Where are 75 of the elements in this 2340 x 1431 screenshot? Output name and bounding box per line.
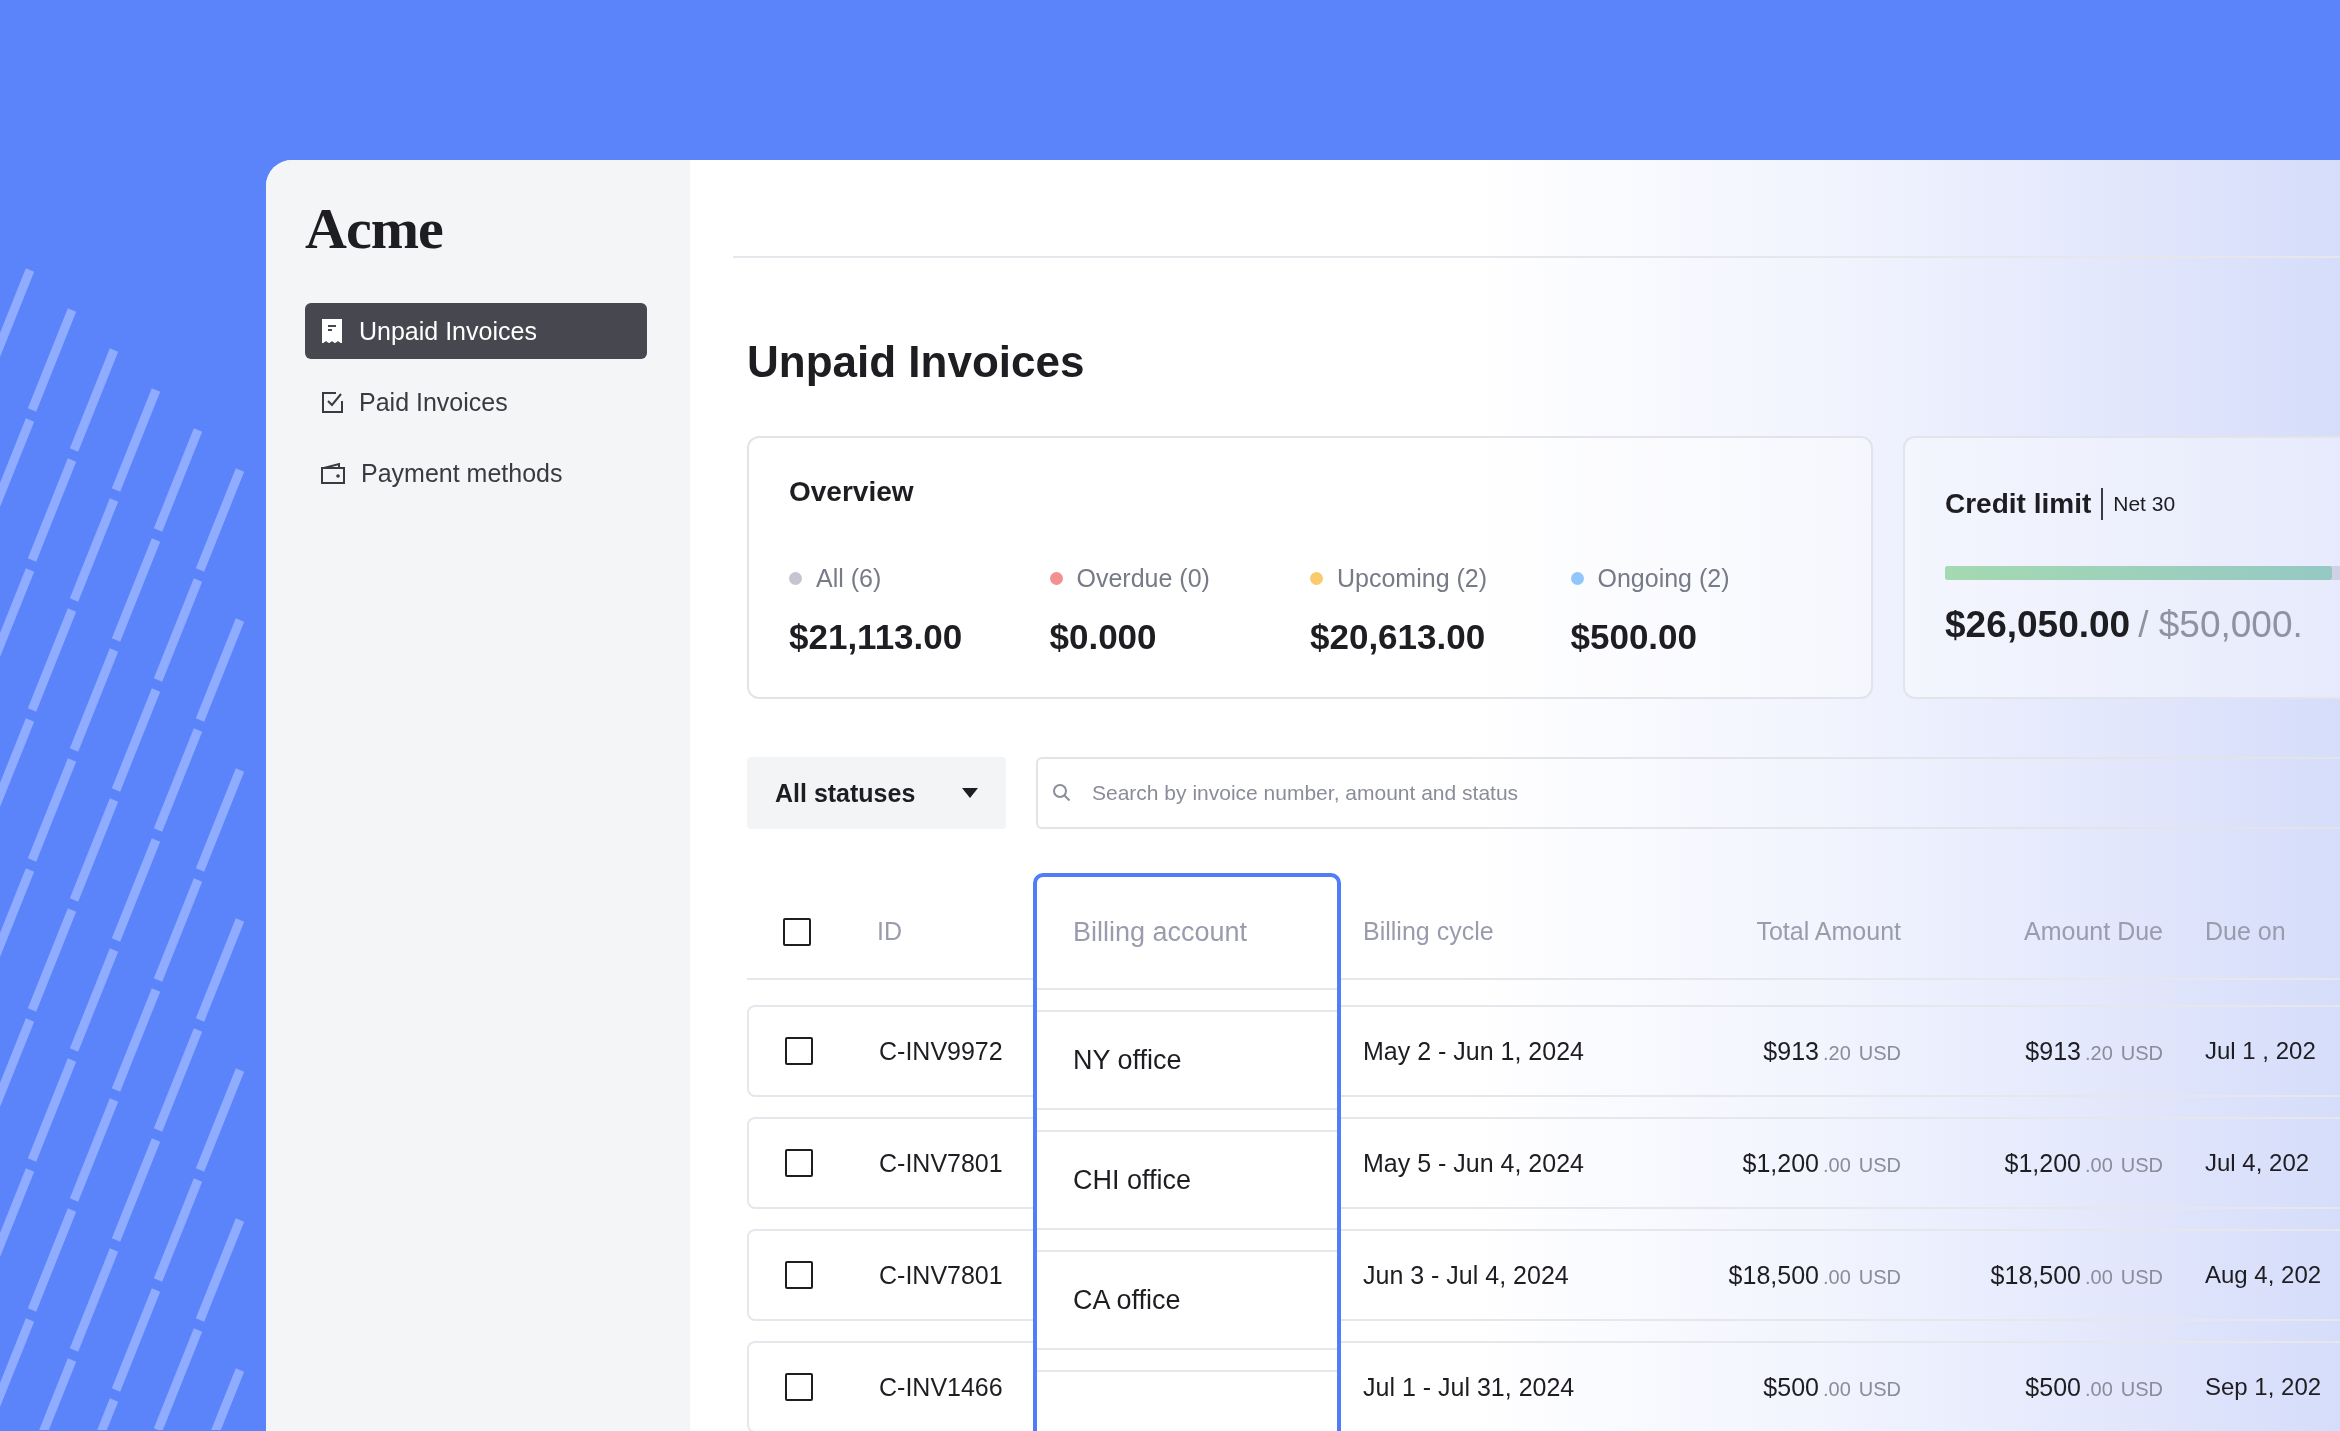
amount: $500: [2025, 1372, 2081, 1402]
sidebar-item[interactable]: Unpaid Invoices: [305, 303, 647, 359]
search-field[interactable]: Search by invoice number, amount and status: [1036, 757, 2340, 829]
due-date: Sep 1, 202: [2204, 1373, 2322, 1401]
amount: $1,200: [1742, 1148, 1819, 1178]
receipt-icon: [321, 319, 343, 343]
stat-value: $0.000: [1049, 617, 1158, 657]
column-header: ID: [877, 917, 902, 946]
credit-used: $26,050.00: [1945, 604, 2131, 645]
due-date: Jul 4, 202: [2204, 1149, 2310, 1177]
column-header: Billing cycle: [1362, 917, 1495, 946]
search-icon: [1052, 783, 1072, 803]
column-header: Total Amount: [1755, 917, 1901, 946]
column-header: Due on: [2204, 917, 2286, 946]
checkbox-icon: [321, 391, 343, 413]
brand-logo: Acme: [305, 195, 443, 263]
stat-label: Upcoming (2): [1337, 564, 1488, 593]
cents: .00: [1822, 1377, 1851, 1401]
amount: $913: [1763, 1036, 1819, 1066]
billing-account: NY office: [1073, 1044, 1182, 1076]
stat-label: Overdue (0): [1076, 564, 1210, 593]
wallet-icon: [321, 462, 345, 484]
amount: $913: [2025, 1036, 2081, 1066]
stat-value: $500.00: [1570, 617, 1699, 657]
cents: .00: [2084, 1265, 2113, 1289]
stat-value: $21,113.00: [789, 617, 964, 657]
due-date: Aug 4, 202: [2204, 1261, 2322, 1289]
cents: .00: [2084, 1153, 2113, 1177]
stat-value: $20,613.00: [1310, 617, 1487, 657]
checkbox[interactable]: [785, 1261, 813, 1289]
card-title: Credit limit: [1945, 488, 2092, 520]
amount: $1,200: [2004, 1148, 2081, 1178]
due-date: Jul 1 , 202: [2204, 1037, 2316, 1065]
card-title: Overview: [789, 476, 915, 508]
status-dropdown[interactable]: All statuses: [747, 757, 1006, 829]
amount: $18,500: [1990, 1260, 2081, 1290]
sidebar-item[interactable]: Payment methods: [305, 445, 647, 501]
cents: .00: [1822, 1265, 1851, 1289]
cents: .00: [2084, 1377, 2113, 1401]
stat-label: All (6): [816, 564, 882, 593]
currency: USD: [1858, 1153, 1901, 1177]
page-title: Unpaid Invoices: [747, 336, 1085, 388]
checkbox[interactable]: [785, 1037, 813, 1065]
column-header: Amount Due: [2023, 917, 2163, 946]
invoice-id: C-INV7801: [879, 1148, 1003, 1178]
terms-label: Net 30: [2113, 492, 2176, 516]
invoice-id: C-INV7801: [879, 1260, 1003, 1290]
checkbox[interactable]: [783, 917, 811, 946]
checkbox[interactable]: [785, 1373, 813, 1401]
currency: USD: [1858, 1265, 1901, 1289]
invoice-id: C-INV9972: [879, 1036, 1003, 1066]
amount: $500: [1763, 1372, 1819, 1402]
billing-cycle: Jun 3 - Jul 4, 2024: [1362, 1260, 1570, 1290]
currency: USD: [2120, 1377, 2163, 1401]
cents: .20: [1822, 1041, 1851, 1065]
billing-account: CA office: [1073, 1284, 1181, 1316]
billing-cycle: May 5 - Jun 4, 2024: [1362, 1148, 1585, 1178]
sidebar-item[interactable]: Paid Invoices: [305, 374, 647, 430]
cents: .20: [2084, 1041, 2113, 1065]
billing-cycle: May 2 - Jun 1, 2024: [1362, 1036, 1585, 1066]
invoice-id: C-INV1466: [879, 1372, 1003, 1402]
currency: USD: [2120, 1265, 2163, 1289]
billing-account: CHI office: [1073, 1164, 1192, 1196]
checkbox[interactable]: [785, 1149, 813, 1177]
billing-cycle: Jul 1 - Jul 31, 2024: [1362, 1372, 1576, 1402]
caret-icon: [962, 788, 978, 798]
currency: USD: [1858, 1377, 1901, 1401]
currency: USD: [1858, 1041, 1901, 1065]
credit-limit: / $50,000.: [2138, 604, 2303, 645]
currency: USD: [2120, 1153, 2163, 1177]
column-header: Billing account: [1073, 917, 1248, 948]
currency: USD: [2120, 1041, 2163, 1065]
amount: $18,500: [1728, 1260, 1819, 1290]
cents: .00: [1822, 1153, 1851, 1177]
stat-label: Ongoing (2): [1597, 564, 1730, 593]
